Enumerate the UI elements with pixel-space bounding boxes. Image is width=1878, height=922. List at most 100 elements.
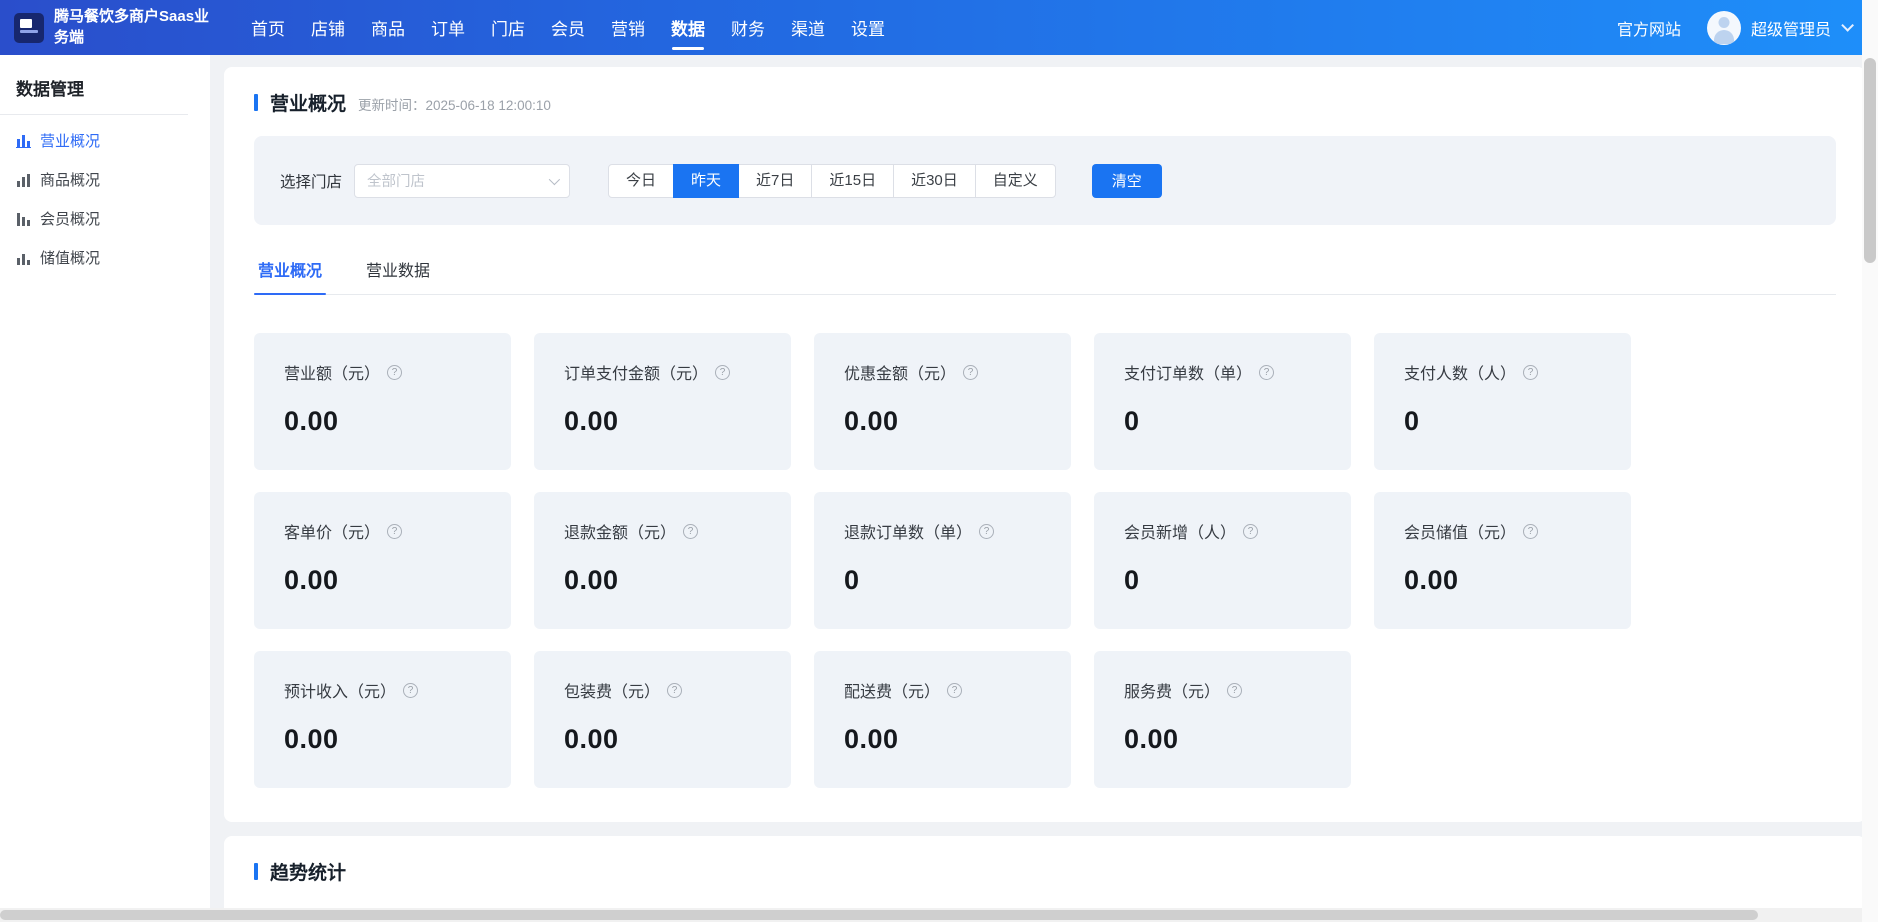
sidebar-item-label: 会员概况	[40, 208, 100, 229]
sidebar-item-business-overview[interactable]: 营业概况	[0, 121, 210, 160]
top-navbar: 腾马餐饮多商户Saas业务端 首页 店铺 商品 订单 门店 会员 营销 数据 财…	[0, 0, 1878, 55]
nav-item-data[interactable]: 数据	[658, 0, 718, 55]
stat-card-refund-orders: 退款订单数（单）? 0	[814, 492, 1071, 629]
bar-chart-icon	[16, 251, 31, 265]
help-icon[interactable]: ?	[947, 683, 962, 698]
help-icon[interactable]: ?	[1523, 365, 1538, 380]
navbar-right: 官方网站 超级管理员	[1617, 11, 1850, 45]
bar-chart-icon	[16, 173, 31, 187]
filter-bar: 选择门店 全部门店 今日 昨天 近7日 近15日 近30日 自定义 清空	[254, 136, 1836, 225]
stat-card-refund-amount: 退款金额（元）? 0.00	[534, 492, 791, 629]
store-select-placeholder: 全部门店	[367, 170, 425, 191]
nav-item-channels[interactable]: 渠道	[778, 0, 838, 55]
stat-value: 0	[844, 565, 1041, 596]
stat-value: 0.00	[284, 565, 481, 596]
sidebar-item-label: 商品概况	[40, 169, 100, 190]
stat-value: 0.00	[1124, 724, 1321, 755]
stat-card-expected-income: 预计收入（元）? 0.00	[254, 651, 511, 788]
store-select[interactable]: 全部门店	[354, 164, 570, 198]
sidebar: 数据管理 营业概况 商品概况 会员概况 储值概况	[0, 55, 210, 922]
help-icon[interactable]: ?	[1523, 524, 1538, 539]
stat-card-discount-amount: 优惠金额（元）? 0.00	[814, 333, 1071, 470]
help-icon[interactable]: ?	[667, 683, 682, 698]
tab-business-data[interactable]: 营业数据	[362, 257, 434, 294]
section-header: 趋势统计	[254, 858, 1836, 885]
overview-tabs: 营业概况 营业数据	[254, 257, 1836, 295]
stat-card-new-members: 会员新增（人）? 0	[1094, 492, 1351, 629]
help-icon[interactable]: ?	[1259, 365, 1274, 380]
date-range-custom[interactable]: 自定义	[975, 164, 1056, 198]
stat-card-service-fee: 服务费（元）? 0.00	[1094, 651, 1351, 788]
help-icon[interactable]: ?	[1243, 524, 1258, 539]
horizontal-scrollbar[interactable]	[0, 908, 1862, 922]
brand: 腾马餐饮多商户Saas业务端	[14, 7, 232, 48]
stat-value: 0.00	[1404, 565, 1601, 596]
stat-value: 0	[1124, 406, 1321, 437]
date-range-30days[interactable]: 近30日	[893, 164, 976, 198]
user-avatar-icon	[1707, 11, 1741, 45]
scrollbar-corner	[1862, 908, 1878, 922]
stat-value: 0	[1124, 565, 1321, 596]
update-time: 更新时间：2025-06-18 12:00:10	[358, 94, 551, 114]
chevron-down-icon	[549, 173, 560, 184]
stat-card-paying-users: 支付人数（人）? 0	[1374, 333, 1631, 470]
help-icon[interactable]: ?	[963, 365, 978, 380]
stat-value: 0.00	[564, 406, 761, 437]
user-menu[interactable]: 超级管理员	[1707, 11, 1850, 45]
main-nav: 首页 店铺 商品 订单 门店 会员 营销 数据 财务 渠道 设置	[238, 0, 898, 55]
help-icon[interactable]: ?	[387, 365, 402, 380]
bar-chart-icon	[16, 134, 31, 148]
stat-card-revenue: 营业额（元）? 0.00	[254, 333, 511, 470]
date-range-yesterday[interactable]: 昨天	[673, 164, 739, 198]
stat-value: 0	[1404, 406, 1601, 437]
tab-business-overview[interactable]: 营业概况	[254, 257, 326, 294]
date-range-15days[interactable]: 近15日	[811, 164, 894, 198]
help-icon[interactable]: ?	[403, 683, 418, 698]
vertical-scrollbar-thumb[interactable]	[1864, 58, 1876, 263]
sidebar-title: 数据管理	[0, 59, 210, 114]
date-range-today[interactable]: 今日	[608, 164, 674, 198]
help-icon[interactable]: ?	[387, 524, 402, 539]
section-header: 营业概况 更新时间：2025-06-18 12:00:10	[254, 89, 1836, 116]
horizontal-scrollbar-thumb[interactable]	[0, 910, 1758, 920]
sidebar-item-goods-overview[interactable]: 商品概况	[0, 160, 210, 199]
stat-card-paid-orders: 支付订单数（单）? 0	[1094, 333, 1351, 470]
sidebar-item-stored-value-overview[interactable]: 储值概况	[0, 238, 210, 277]
stat-value: 0.00	[844, 406, 1041, 437]
date-range-group: 今日 昨天 近7日 近15日 近30日 自定义	[608, 164, 1056, 198]
nav-item-marketing[interactable]: 营销	[598, 0, 658, 55]
sidebar-divider	[0, 114, 188, 115]
sidebar-item-label: 营业概况	[40, 130, 100, 151]
nav-item-settings[interactable]: 设置	[838, 0, 898, 55]
nav-item-orders[interactable]: 订单	[418, 0, 478, 55]
chevron-down-icon	[1841, 19, 1854, 32]
stat-value: 0.00	[564, 565, 761, 596]
clear-button[interactable]: 清空	[1092, 164, 1162, 198]
nav-item-shop[interactable]: 店铺	[298, 0, 358, 55]
help-icon[interactable]: ?	[979, 524, 994, 539]
business-overview-panel: 营业概况 更新时间：2025-06-18 12:00:10 选择门店 全部门店 …	[224, 67, 1866, 822]
help-icon[interactable]: ?	[715, 365, 730, 380]
date-range-7days[interactable]: 近7日	[738, 164, 812, 198]
section-accent-bar	[254, 863, 258, 880]
sidebar-item-member-overview[interactable]: 会员概况	[0, 199, 210, 238]
nav-item-stores[interactable]: 门店	[478, 0, 538, 55]
stat-card-member-stored-value: 会员储值（元）? 0.00	[1374, 492, 1631, 629]
app-logo-icon	[14, 13, 44, 43]
help-icon[interactable]: ?	[1227, 683, 1242, 698]
stats-grid: 营业额（元）? 0.00 订单支付金额（元）? 0.00 优惠金额（元）? 0.…	[254, 333, 1836, 788]
official-site-link[interactable]: 官方网站	[1617, 16, 1681, 40]
help-icon[interactable]: ?	[683, 524, 698, 539]
stat-card-packaging-fee: 包装费（元）? 0.00	[534, 651, 791, 788]
nav-item-finance[interactable]: 财务	[718, 0, 778, 55]
page-title: 营业概况	[270, 89, 346, 116]
section-accent-bar	[254, 94, 258, 111]
nav-item-home[interactable]: 首页	[238, 0, 298, 55]
stat-value: 0.00	[284, 406, 481, 437]
main-content: 营业概况 更新时间：2025-06-18 12:00:10 选择门店 全部门店 …	[210, 55, 1878, 922]
stat-card-order-paid-amount: 订单支付金额（元）? 0.00	[534, 333, 791, 470]
nav-item-goods[interactable]: 商品	[358, 0, 418, 55]
nav-item-members[interactable]: 会员	[538, 0, 598, 55]
vertical-scrollbar[interactable]	[1862, 0, 1878, 908]
store-select-label: 选择门店	[280, 170, 342, 192]
